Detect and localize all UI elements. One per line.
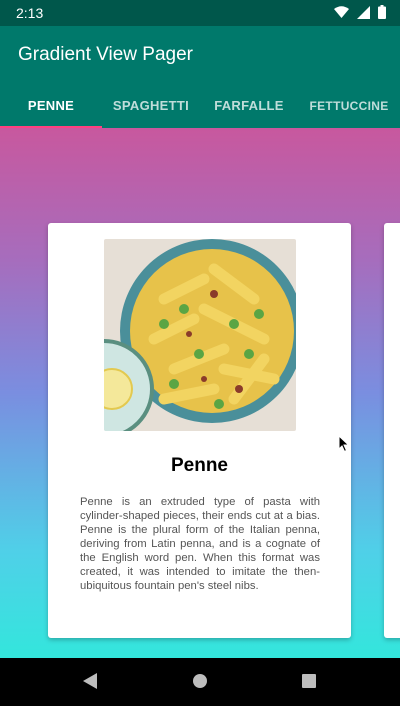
back-icon[interactable] [82, 672, 98, 690]
tab-penne[interactable]: PENNE [0, 88, 102, 128]
status-icons [334, 5, 386, 19]
tab-label: FARFALLE [214, 98, 284, 113]
pasta-card[interactable]: Penne Penne is an extruded type of pasta… [48, 223, 351, 638]
home-icon[interactable] [192, 672, 208, 690]
next-card[interactable] [384, 223, 400, 638]
wifi-icon [334, 5, 349, 18]
card-title: Penne [170, 455, 229, 476]
tab-bar: PENNE SPAGHETTI FARFALLE FETTUCCINE [0, 88, 400, 128]
tab-spaghetti[interactable]: SPAGHETTI [102, 88, 200, 128]
tab-fettuccine[interactable]: FETTUCCINE [298, 88, 400, 128]
tab-label: SPAGHETTI [112, 98, 190, 113]
navigation-bar [0, 658, 400, 706]
tab-label: PENNE [27, 98, 75, 113]
status-time: 2:13 [16, 5, 44, 21]
app-title: Gradient View Pager [18, 44, 193, 65]
app-bar: Gradient View Pager PENNE SPAGHETTI FARF… [0, 26, 400, 128]
recents-icon[interactable] [301, 672, 317, 690]
status-bar: 2:13 [0, 0, 400, 26]
card-description: Penne is an extruded type of pasta with … [80, 496, 320, 592]
tab-farfalle[interactable]: FARFALLE [200, 88, 298, 128]
signal-icon [357, 5, 370, 19]
tab-label: FETTUCCINE [309, 99, 389, 113]
battery-icon [378, 5, 386, 19]
view-pager[interactable]: Penne Penne is an extruded type of pasta… [0, 128, 400, 658]
mouse-cursor-icon [338, 435, 350, 453]
penne-image [104, 239, 296, 431]
